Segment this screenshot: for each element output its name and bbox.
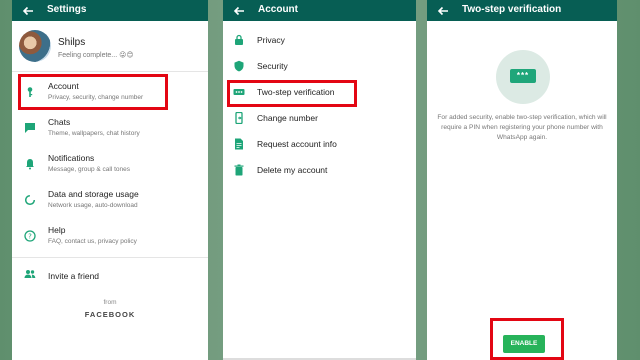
highlight-enable: [490, 318, 564, 360]
account-item-request-info[interactable]: Request account info: [223, 131, 416, 157]
back-arrow-icon[interactable]: [20, 3, 36, 19]
chat-icon: [25, 123, 35, 133]
account-screen: Account Privacy Security Two-step verifi…: [223, 0, 416, 360]
data-usage-icon: [24, 194, 36, 206]
settings-item-notifications[interactable]: Notifications Message, group & call tone…: [12, 148, 208, 182]
back-arrow-icon[interactable]: [435, 3, 451, 19]
two-step-screen: Two-step verification *** For added secu…: [427, 0, 617, 360]
people-icon: [24, 270, 36, 278]
help-icon: ?: [24, 230, 36, 242]
security-label: Security: [257, 61, 288, 71]
avatar[interactable]: [19, 30, 51, 62]
shield-icon: [234, 60, 244, 72]
request-info-label: Request account info: [257, 139, 337, 149]
bell-icon: [26, 159, 34, 170]
facebook-brand: FACEBOOK: [84, 310, 136, 319]
settings-item-help[interactable]: ? Help FAQ, contact us, privacy policy: [12, 220, 208, 254]
two-step-description: For added security, enable two-step veri…: [437, 114, 607, 141]
profile-name: Shilps: [58, 37, 86, 48]
settings-title: Settings: [47, 4, 87, 15]
notifications-sub: Message, group & call tones: [48, 166, 131, 173]
account-title: Account: [258, 4, 298, 15]
pin-illustration: ***: [496, 50, 550, 104]
account-appbar: Account: [223, 0, 416, 21]
delete-account-label: Delete my account: [257, 165, 328, 175]
account-item-delete[interactable]: Delete my account: [223, 157, 416, 183]
settings-item-data[interactable]: Data and storage usage Network usage, au…: [12, 184, 208, 218]
trash-icon: [234, 164, 244, 176]
highlight-account: [18, 74, 168, 110]
profile-row[interactable]: Shilps Feeling complete... 😜😊: [12, 21, 208, 71]
account-item-privacy[interactable]: Privacy: [223, 27, 416, 53]
data-sub: Network usage, auto-download: [48, 202, 138, 209]
svg-text:?: ?: [28, 233, 32, 241]
chats-label: Chats: [48, 117, 71, 127]
invite-label: Invite a friend: [48, 271, 100, 281]
chats-sub: Theme, wallpapers, chat history: [48, 130, 140, 137]
account-item-security[interactable]: Security: [223, 53, 416, 79]
pin-mask-icon: ***: [510, 69, 536, 83]
divider: [12, 71, 208, 72]
privacy-label: Privacy: [257, 35, 285, 45]
settings-appbar: Settings: [12, 0, 208, 21]
notifications-label: Notifications: [48, 153, 95, 163]
change-number-label: Change number: [257, 113, 318, 123]
settings-screen: Settings Shilps Feeling complete... 😜😊 A…: [12, 0, 208, 360]
settings-item-chats[interactable]: Chats Theme, wallpapers, chat history: [12, 112, 208, 146]
two-step-title: Two-step verification: [462, 4, 562, 15]
phone-icon: [235, 112, 243, 124]
account-item-change-number[interactable]: Change number: [223, 105, 416, 131]
profile-status: Feeling complete... 😜😊: [58, 52, 134, 59]
back-arrow-icon[interactable]: [231, 3, 247, 19]
data-label: Data and storage usage: [48, 189, 139, 199]
invite-friend-item[interactable]: Invite a friend: [12, 258, 208, 292]
from-label: from: [103, 299, 117, 306]
help-label: Help: [48, 225, 66, 235]
highlight-two-step: [227, 80, 357, 107]
lock-icon: [235, 34, 243, 45]
document-icon: [235, 138, 243, 150]
two-step-appbar: Two-step verification: [427, 0, 617, 21]
help-sub: FAQ, contact us, privacy policy: [48, 238, 137, 245]
